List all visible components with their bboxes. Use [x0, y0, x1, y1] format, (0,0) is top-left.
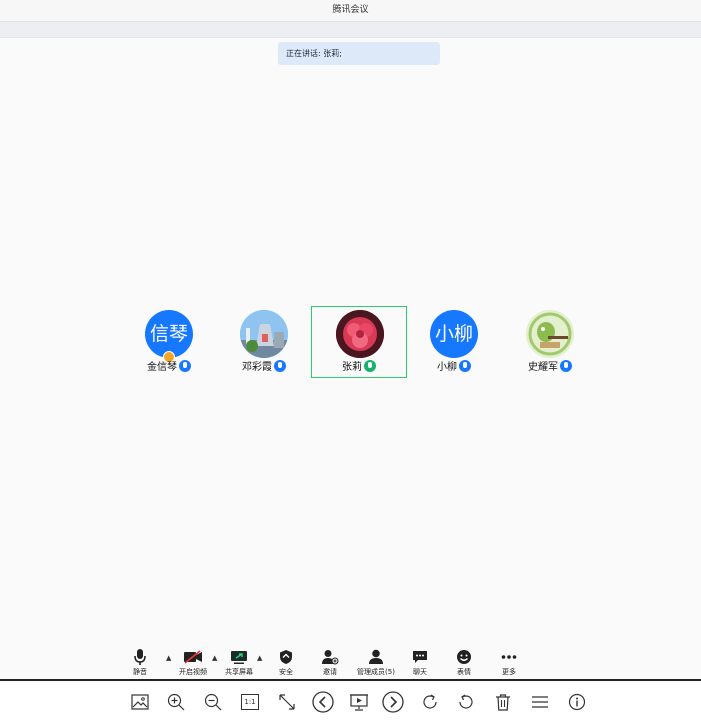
participant-name: 史耀军 [528, 362, 558, 373]
meeting-toolbar: 静音 ▲ 开启视频 ▲ 共享屏幕 ▲ 安全 邀请 管理成员(5) 聊天 表情 更… [0, 645, 701, 681]
microphone-icon [127, 647, 153, 667]
video-off-icon [174, 647, 212, 667]
manage-members-button[interactable]: 管理成员(5) [353, 647, 399, 681]
more-dots-icon [496, 647, 522, 667]
more-button[interactable]: 更多 [496, 647, 522, 681]
mic-icon [274, 360, 286, 372]
shield-icon [272, 647, 300, 667]
next-icon[interactable] [382, 691, 404, 713]
chat-icon [407, 647, 433, 667]
participant-tile-jinxinqin[interactable]: 信琴 金信琴 [121, 307, 217, 379]
speaking-indicator: 正在讲话: 张莉; [278, 42, 440, 65]
fit-screen-icon[interactable] [276, 691, 298, 713]
window-title: 腾讯会议 [0, 0, 701, 22]
rotate-clockwise-icon[interactable] [419, 691, 441, 713]
participant-name: 金信琴 [147, 362, 177, 373]
emoji-button[interactable]: 表情 [451, 647, 477, 681]
participant-tile-zhangli[interactable]: 张莉 [311, 306, 407, 378]
slideshow-icon[interactable] [348, 691, 370, 713]
participant-tile-shiyaojun[interactable]: 史耀军 [502, 307, 598, 379]
mute-options-caret-icon[interactable]: ▲ [166, 654, 171, 662]
avatar [240, 310, 288, 358]
zoom-out-icon[interactable] [202, 691, 224, 713]
participant-tile-dengcaixia[interactable]: 邓彩霞 [216, 307, 312, 379]
image-icon[interactable] [129, 691, 151, 713]
security-button[interactable]: 安全 [272, 647, 300, 681]
trash-icon[interactable] [492, 691, 514, 713]
video-options-caret-icon[interactable]: ▲ [212, 654, 217, 662]
mute-button[interactable]: 静音 [127, 647, 153, 681]
participant-name: 张莉 [342, 362, 362, 373]
avatar [336, 310, 384, 358]
menu-icon[interactable] [529, 691, 551, 713]
info-icon[interactable] [566, 691, 588, 713]
mic-speaking-icon [364, 360, 376, 372]
participant-name: 邓彩霞 [242, 362, 272, 373]
avatar: 小柳 [430, 310, 478, 358]
zoom-in-icon[interactable] [165, 691, 187, 713]
actual-size-button[interactable]: 1:1 [239, 691, 261, 713]
share-options-caret-icon[interactable]: ▲ [257, 654, 262, 662]
mic-icon [179, 360, 191, 372]
share-screen-icon [220, 647, 258, 667]
members-icon [353, 647, 399, 667]
image-viewer-toolbar: 1:1 [0, 683, 701, 721]
previous-icon[interactable] [312, 691, 334, 713]
start-video-button[interactable]: 开启视频 [174, 647, 212, 681]
participant-name: 小柳 [437, 362, 457, 373]
smiley-icon [451, 647, 477, 667]
avatar [526, 310, 574, 358]
meeting-top-bar [0, 22, 701, 38]
mic-icon [560, 360, 572, 372]
participant-tile-xiaoliu[interactable]: 小柳 小柳 [406, 307, 502, 379]
chat-button[interactable]: 聊天 [407, 647, 433, 681]
add-user-icon [316, 647, 344, 667]
rotate-counterclockwise-icon[interactable] [455, 691, 477, 713]
share-screen-button[interactable]: 共享屏幕 [220, 647, 258, 681]
mic-icon [459, 360, 471, 372]
invite-button[interactable]: 邀请 [316, 647, 344, 681]
